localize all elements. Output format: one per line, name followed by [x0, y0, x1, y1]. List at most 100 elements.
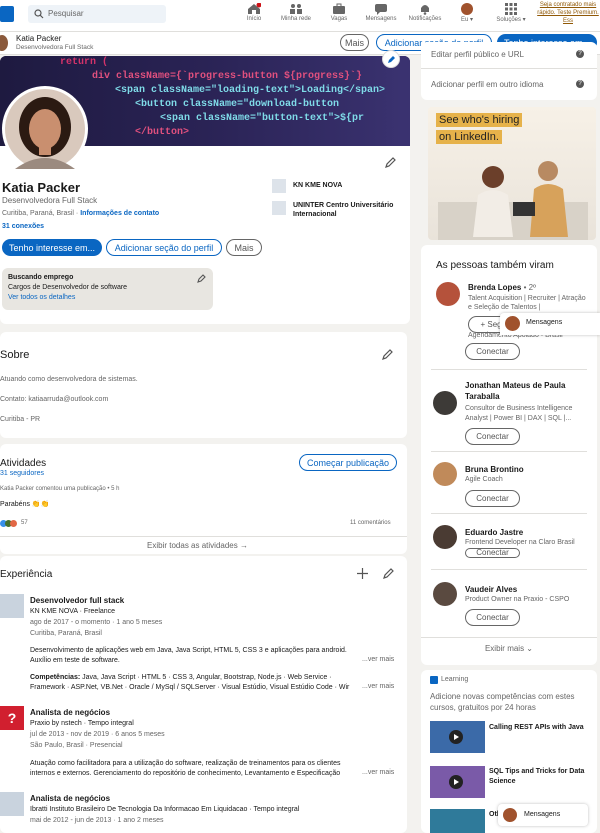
see-more-link[interactable]: ...ver mais: [362, 769, 394, 776]
connect-button[interactable]: Conectar: [465, 428, 520, 445]
experience-title: Experiência: [0, 569, 53, 580]
code-line: return (: [60, 57, 109, 68]
connect-button[interactable]: Conectar: [465, 548, 520, 558]
nav-jobs[interactable]: Vagas: [318, 3, 360, 22]
post-text[interactable]: Parabéns 👏👏: [0, 500, 49, 508]
nav-solutions[interactable]: Soluções ▾: [490, 3, 532, 23]
job-company[interactable]: Praxio by nstech · Tempo integral: [30, 720, 134, 727]
help-icon[interactable]: ?: [576, 50, 584, 58]
job-description: Desenvolvimento de aplicações web em Jav…: [30, 647, 347, 664]
add-profile-language-link[interactable]: Adicionar perfil em outro idioma: [431, 80, 544, 89]
see-more-link[interactable]: ...ver mais: [362, 683, 394, 690]
nav-notifications[interactable]: Notificações: [404, 3, 446, 22]
linkedin-logo-icon[interactable]: [0, 6, 14, 22]
reactions-count[interactable]: 57: [21, 520, 28, 526]
help-icon[interactable]: ?: [576, 80, 584, 88]
avatar[interactable]: [433, 462, 457, 486]
people-also-viewed-card: As pessoas também viram Brenda Lopes • 2…: [421, 245, 597, 665]
edit-experience-pencil-icon[interactable]: [383, 568, 394, 579]
course-title[interactable]: SQL Tips and Tricks for Data Science: [489, 767, 589, 787]
school-name[interactable]: UNINTER Centro Universitário Internacion…: [293, 201, 403, 219]
course-title[interactable]: Calling REST APIs with Java: [489, 724, 589, 731]
edit-public-profile-link[interactable]: Editar perfil público e URL: [431, 50, 524, 59]
messaging-overlay-bar[interactable]: Mensagens: [500, 313, 600, 335]
ad-people-illustration: [438, 161, 588, 240]
grid-icon: [505, 3, 517, 15]
edit-cover-button[interactable]: [382, 50, 400, 68]
nav-messaging[interactable]: Mensagens: [360, 3, 402, 22]
job-dates: ago de 2017 - o momento · 1 ano 5 meses: [30, 619, 163, 626]
job-company[interactable]: KN KME NOVA · Freelance: [30, 608, 115, 615]
job-title: Analista de negócios: [30, 794, 111, 803]
messaging-overlay-bar[interactable]: Mensagens: [498, 804, 588, 826]
about-line: Contato: katiaarruda@outlook.com: [0, 396, 109, 403]
see-more-link[interactable]: ...ver mais: [362, 656, 394, 663]
company-logo[interactable]: [0, 792, 24, 816]
nav-home[interactable]: Início: [233, 3, 275, 22]
edit-intro-pencil-icon[interactable]: [385, 157, 396, 168]
more-button[interactable]: Mais: [226, 239, 262, 256]
profile-location: Curitiba, Paraná, Brasil: [2, 210, 74, 217]
course-thumbnail[interactable]: [430, 809, 485, 833]
avatar[interactable]: [433, 391, 457, 415]
person-name[interactable]: Eduardo Jastre: [465, 528, 523, 537]
job-place: Curitiba, Paraná, Brasil: [30, 630, 102, 637]
add-section-button[interactable]: Adicionar seção do perfil: [106, 239, 222, 256]
course-thumbnail[interactable]: [430, 766, 485, 798]
company-logo[interactable]: [0, 594, 24, 618]
hiring-ad[interactable]: See who's hiring on LinkedIn.: [428, 107, 596, 240]
open-to-work-roles: Cargos de Desenvolvedor de software: [8, 284, 128, 291]
person-name[interactable]: Bruna Brontino: [465, 465, 524, 474]
course-thumbnail[interactable]: [430, 721, 485, 753]
connect-button[interactable]: Conectar: [465, 343, 520, 360]
edit-about-pencil-icon[interactable]: [382, 349, 393, 360]
start-post-button[interactable]: Começar publicação: [299, 454, 397, 471]
job-company[interactable]: Ibratti Instituto Brasileiro De Tecnolog…: [30, 806, 299, 813]
code-line: <span className="button-text">${pr: [160, 113, 365, 124]
avatar[interactable]: [433, 525, 457, 549]
open-to-button[interactable]: Tenho interesse em...: [2, 239, 102, 256]
avatar[interactable]: [433, 582, 457, 606]
people-also-viewed-title: As pessoas também viram: [436, 260, 554, 271]
job-dates: mai de 2012 - jun de 2013 · 1 ano 2 mese…: [30, 817, 164, 824]
connect-button[interactable]: Conectar: [465, 490, 520, 507]
avatar[interactable]: [436, 282, 460, 306]
search-input[interactable]: Pesquisar: [28, 5, 166, 23]
person-name[interactable]: Vaudeir Alves: [465, 585, 517, 594]
profile-card: return ( div className={`progress-button…: [0, 50, 410, 324]
current-company[interactable]: KN KME NOVA: [293, 182, 342, 189]
nav-messaging-label: Mensagens: [365, 16, 397, 22]
nav-network[interactable]: Minha rede: [275, 3, 317, 22]
open-to-work-card[interactable]: Buscando emprego Cargos de Desenvolvedor…: [2, 268, 213, 310]
contact-info-link[interactable]: Informações de contato: [80, 210, 159, 217]
followers-count[interactable]: 31 seguidores: [0, 470, 44, 477]
add-icon[interactable]: [357, 568, 368, 579]
open-to-work-details-link[interactable]: Ver todos os detalhes: [8, 294, 75, 301]
job-dates: jul de 2013 - nov de 2019 · 6 anos 5 mes…: [30, 731, 165, 738]
comments-count[interactable]: 11 comentários: [350, 520, 391, 526]
profile-settings-card: Editar perfil público e URL ? Adicionar …: [421, 42, 597, 100]
about-title: Sobre: [0, 349, 30, 361]
search-icon: [34, 9, 44, 19]
nav-me[interactable]: Eu ▾: [446, 3, 488, 23]
person-name[interactable]: Jonathan Mateus de Paula Taraballa: [465, 380, 585, 402]
nav-solutions-label: Soluções ▾: [496, 17, 526, 23]
company-logo[interactable]: ?: [0, 706, 24, 730]
messaging-label: Mensagens: [524, 811, 561, 818]
premium-upsell-link[interactable]: Seja contratado mais rápido. Teste Premi…: [536, 1, 600, 25]
about-line: Curitiba - PR: [0, 416, 41, 423]
avatar: [503, 808, 517, 822]
more-button[interactable]: Mais: [340, 34, 369, 51]
show-all-activity-button[interactable]: Exibir todas as atividades →: [0, 541, 395, 550]
nav-home-label: Início: [246, 16, 262, 22]
play-icon: [449, 730, 463, 744]
connect-button[interactable]: Conectar: [465, 609, 520, 626]
pencil-icon[interactable]: [197, 274, 206, 283]
sticky-name: Katia Packer: [16, 34, 62, 43]
connections-link[interactable]: 31 conexões: [2, 223, 44, 230]
person-name[interactable]: Brenda Lopes • 2º: [468, 283, 536, 292]
code-line: <button className="download-button: [135, 99, 340, 110]
show-more-people-button[interactable]: Exibir mais ⌄: [421, 644, 597, 653]
learning-intro: Adicione novas competências com estes cu…: [430, 692, 575, 712]
profile-photo[interactable]: [2, 86, 88, 172]
